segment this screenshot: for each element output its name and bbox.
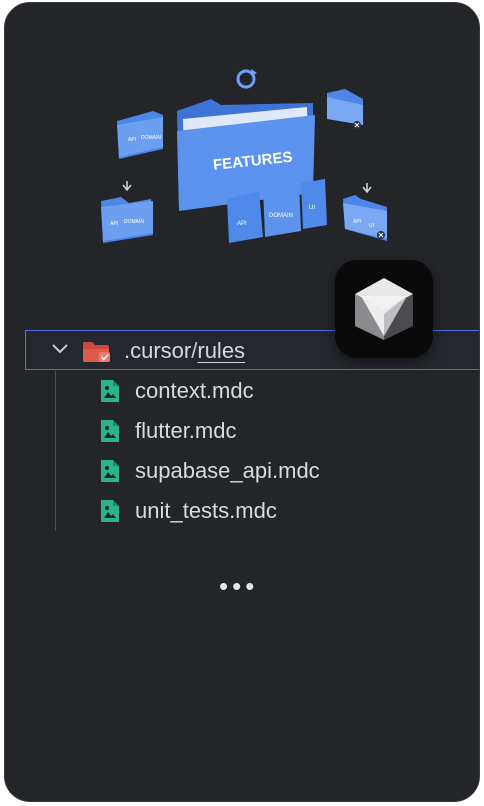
svg-text:API: API xyxy=(237,221,247,227)
small-folder-bottom-right: API UI xyxy=(343,183,387,241)
file-name: flutter.mdc xyxy=(135,418,237,443)
svg-text:API: API xyxy=(353,219,361,225)
small-folder-top-left: API DOMAIN xyxy=(117,111,163,159)
file-name: context.mdc xyxy=(135,378,254,403)
folder-path[interactable]: .cursor/rules xyxy=(124,338,245,364)
small-folder-top-right xyxy=(327,89,363,129)
svg-text:UI: UI xyxy=(309,205,315,211)
file-icon xyxy=(101,460,119,482)
chevron-down-icon[interactable] xyxy=(51,343,69,355)
folder-prefix: .cursor xyxy=(124,338,192,363)
tree-indent-guide xyxy=(55,371,56,531)
svg-text:DOMAIN: DOMAIN xyxy=(124,219,144,225)
svg-text:API: API xyxy=(110,221,118,227)
folder-icon xyxy=(83,342,110,362)
more-indicator: ••• xyxy=(219,571,259,601)
svg-text:DOMAIN: DOMAIN xyxy=(269,213,293,219)
svg-text:UI: UI xyxy=(369,223,374,229)
rules-card: API DOMAIN FEATURES API DOMAIN UI API DO… xyxy=(4,2,480,802)
svg-text:API: API xyxy=(128,137,136,143)
refresh-icon xyxy=(236,69,257,89)
folder-suffix: rules xyxy=(197,338,246,363)
file-name: unit_tests.mdc xyxy=(135,498,277,523)
file-icon xyxy=(101,500,119,522)
file-name: supabase_api.mdc xyxy=(135,458,320,483)
file-icon xyxy=(101,380,119,402)
file-icon xyxy=(101,420,119,442)
features-folder-illustration: API DOMAIN FEATURES API DOMAIN UI API DO… xyxy=(101,69,387,243)
small-folder-bottom-left: API DOMAIN xyxy=(101,181,153,243)
cursor-logo-icon xyxy=(335,260,433,358)
svg-text:DOMAIN: DOMAIN xyxy=(141,135,161,141)
